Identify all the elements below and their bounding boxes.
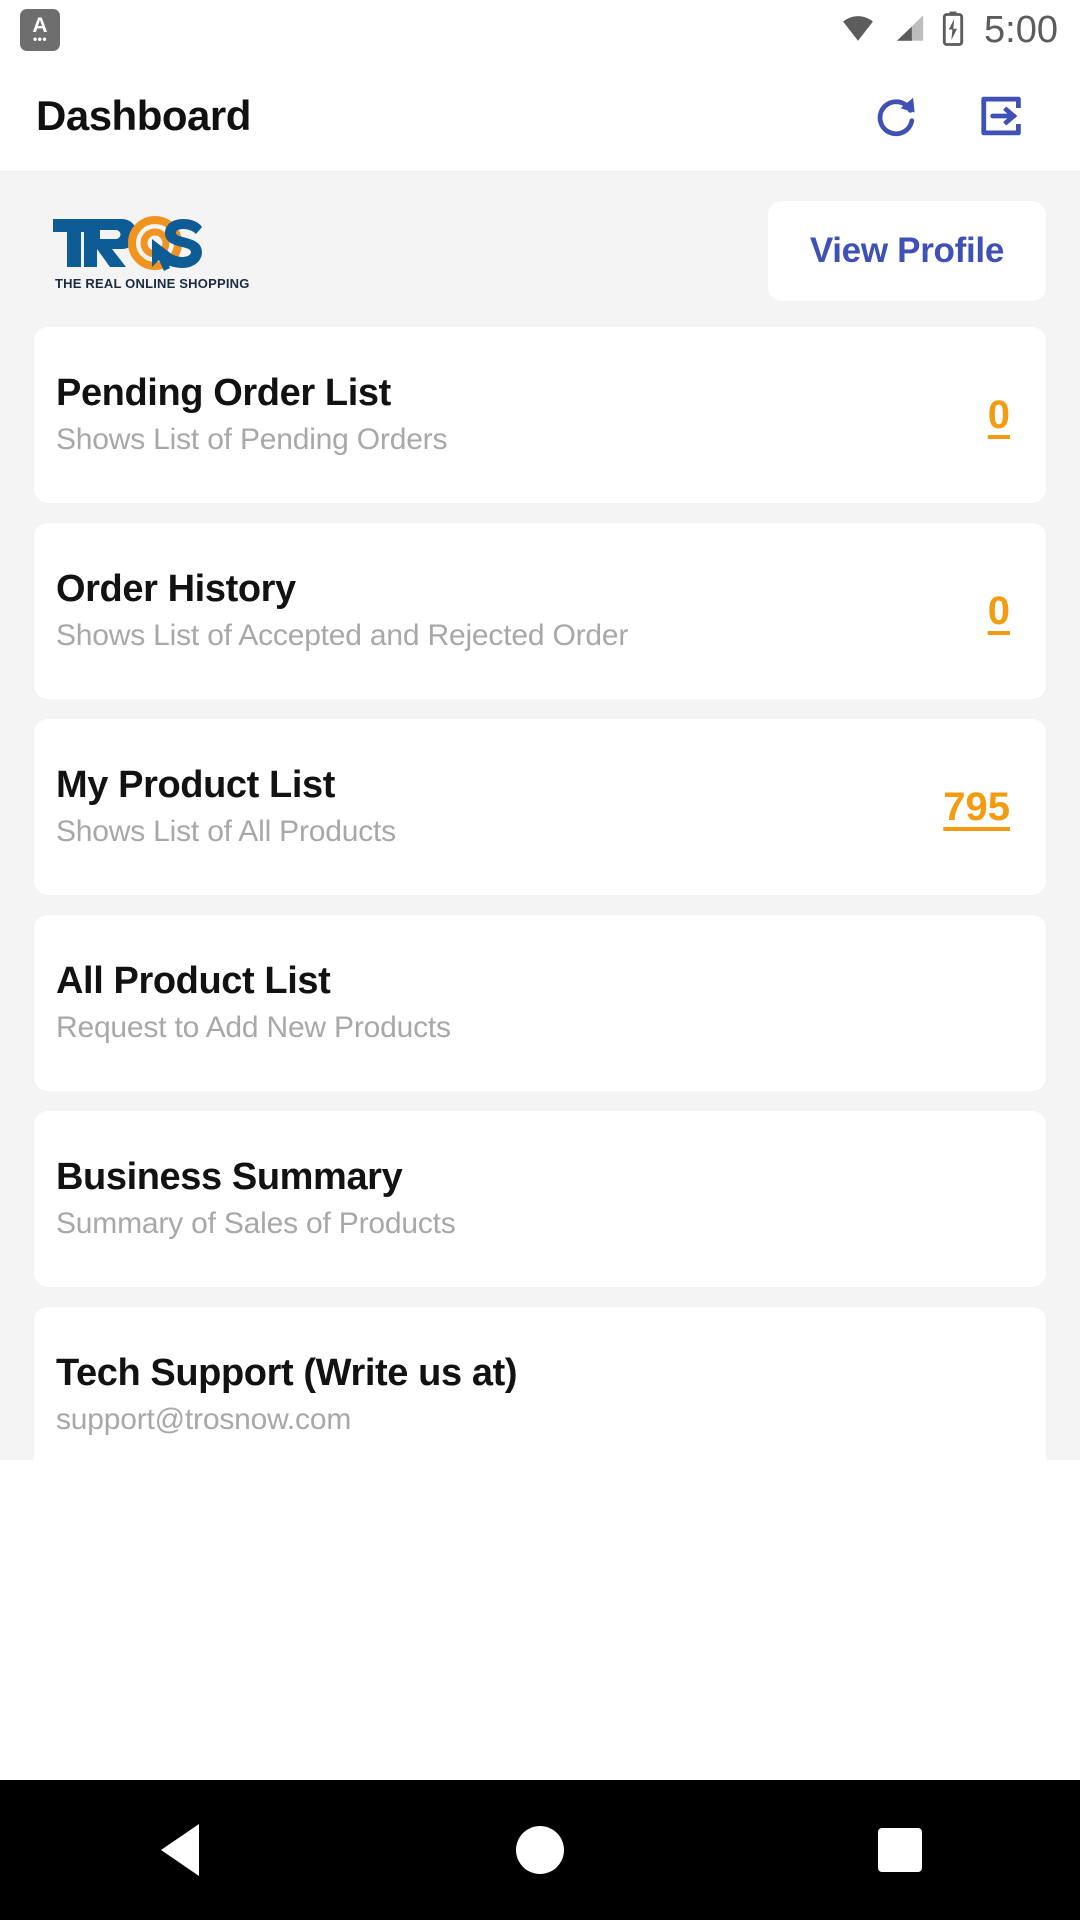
recent-square-icon [878, 1828, 922, 1872]
refresh-icon[interactable] [870, 90, 922, 142]
card-text: Business Summary Summary of Sales of Pro… [56, 1156, 456, 1241]
clock-time: 5:00 [984, 8, 1058, 51]
card-subtitle: Shows List of All Products [56, 815, 396, 849]
dashboard-card-list: Pending Order List Shows List of Pending… [0, 327, 1080, 1460]
card-subtitle: Request to Add New Products [56, 1011, 451, 1045]
battery-charging-icon [940, 10, 966, 51]
card-title: My Product List [56, 764, 336, 807]
card-title: Order History [56, 568, 296, 611]
card-text: Order History Shows List of Accepted and… [56, 568, 628, 653]
card-count-badge: 0 [987, 392, 1010, 437]
card-count-badge: 0 [987, 588, 1010, 633]
card-count-badge: 795 [943, 784, 1010, 829]
card-title: Tech Support (Write us at) [56, 1352, 518, 1395]
nav-back-button[interactable] [90, 1780, 270, 1920]
status-bar-left: A ••• [20, 9, 60, 51]
card-subtitle: Summary of Sales of Products [56, 1207, 456, 1241]
header-actions [870, 90, 1048, 142]
card-order-history[interactable]: Order History Shows List of Accepted and… [34, 523, 1046, 699]
status-bar-right: 5:00 [838, 9, 1058, 52]
card-text: My Product List Shows List of All Produc… [56, 764, 396, 849]
nav-home-button[interactable] [450, 1780, 630, 1920]
profile-row: THE REAL ONLINE SHOPPING View Profile [0, 172, 1080, 327]
view-profile-button[interactable]: View Profile [767, 200, 1046, 301]
brand-logo: THE REAL ONLINE SHOPPING [52, 211, 250, 291]
card-all-product-list[interactable]: All Product List Request to Add New Prod… [34, 915, 1046, 1091]
app-notification-icon: A ••• [20, 9, 60, 51]
cellular-signal-icon [891, 11, 927, 50]
page-title: Dashboard [36, 91, 251, 139]
logout-icon[interactable] [974, 90, 1026, 142]
card-business-summary[interactable]: Business Summary Summary of Sales of Pro… [34, 1111, 1046, 1287]
card-text: Tech Support (Write us at) support@trosn… [56, 1352, 517, 1437]
tros-logo-mark [53, 215, 202, 271]
card-title: Business Summary [56, 1156, 403, 1199]
card-my-product-list[interactable]: My Product List Shows List of All Produc… [34, 719, 1046, 895]
card-subtitle: support@trosnow.com [56, 1403, 352, 1437]
card-text: Pending Order List Shows List of Pending… [56, 372, 447, 457]
nav-recents-button[interactable] [810, 1780, 990, 1920]
dashboard-content: THE REAL ONLINE SHOPPING View Profile Pe… [0, 172, 1080, 1460]
brand-tagline: THE REAL ONLINE SHOPPING [55, 275, 250, 291]
card-title: All Product List [56, 960, 331, 1003]
wifi-icon [838, 11, 878, 50]
status-bar: A ••• 5:00 [0, 0, 1080, 60]
notification-dots: ••• [32, 31, 48, 46]
app-header: Dashboard [0, 60, 1080, 172]
back-triangle-icon [161, 1824, 199, 1876]
card-subtitle: Shows List of Pending Orders [56, 423, 448, 457]
card-text: All Product List Request to Add New Prod… [56, 960, 451, 1045]
android-navigation-bar [0, 1780, 1080, 1920]
card-tech-support[interactable]: Tech Support (Write us at) support@trosn… [34, 1307, 1046, 1460]
card-subtitle: Shows List of Accepted and Rejected Orde… [56, 619, 629, 653]
card-pending-order-list[interactable]: Pending Order List Shows List of Pending… [34, 327, 1046, 503]
card-title: Pending Order List [56, 372, 391, 415]
home-circle-icon [516, 1826, 564, 1874]
